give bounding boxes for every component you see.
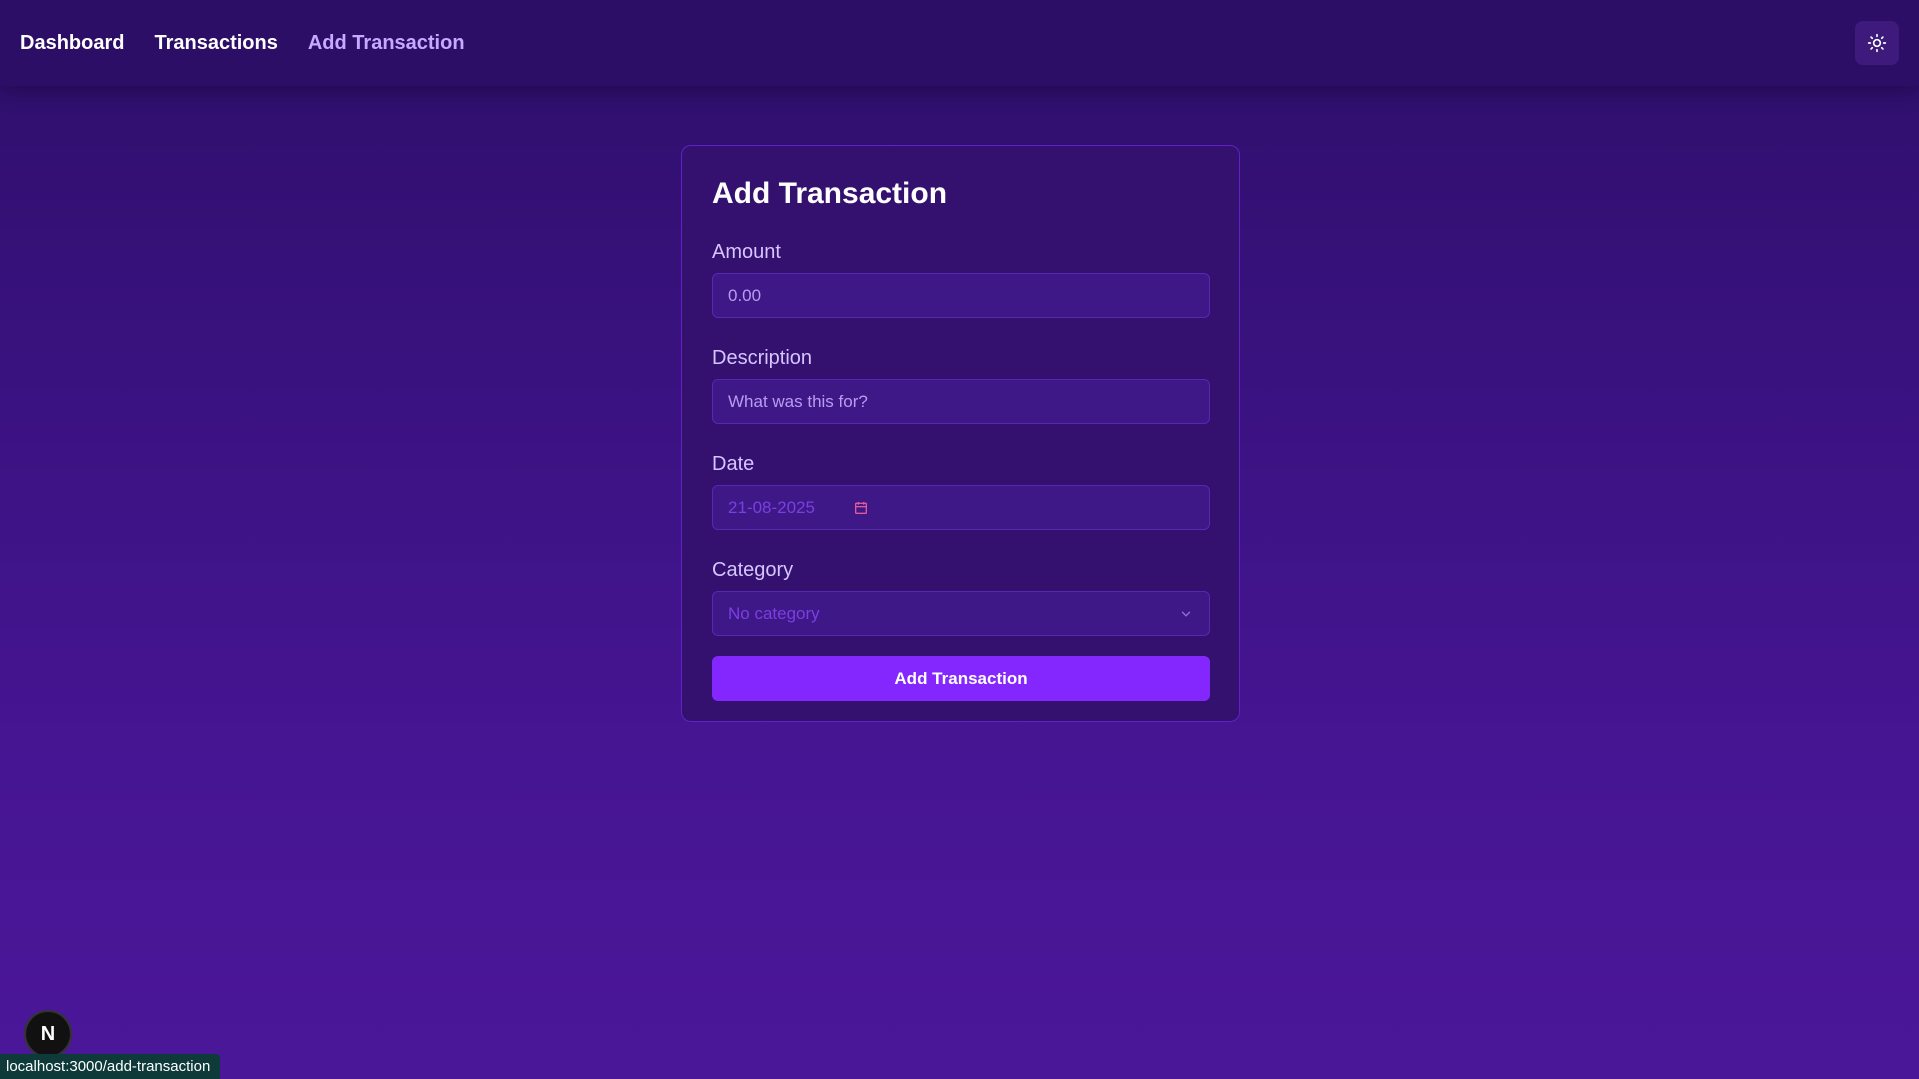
category-label: Category: [712, 559, 794, 581]
category-select[interactable]: No category: [712, 591, 1210, 636]
amount-label: Amount: [712, 241, 781, 263]
form-title: Add Transaction: [712, 177, 948, 210]
chevron-down-icon: [1179, 606, 1193, 626]
status-bar-url: localhost:3000/add-transaction: [0, 1054, 221, 1079]
description-label: Description: [712, 347, 813, 369]
amount-field-wrapper: [712, 273, 1210, 318]
category-selected-value: No category: [728, 603, 820, 623]
description-field-wrapper: [712, 379, 1210, 424]
date-input[interactable]: 21-08-2025: [712, 485, 1210, 530]
date-value: 21-08-2025: [728, 497, 815, 517]
nextjs-dev-badge[interactable]: N: [24, 1010, 72, 1058]
amount-input[interactable]: [728, 285, 1194, 306]
top-navbar: Dashboard Transactions Add Transaction: [0, 0, 1919, 86]
nav-link-dashboard[interactable]: Dashboard: [20, 32, 124, 55]
calendar-icon[interactable]: [853, 500, 869, 516]
nav-link-add-transaction[interactable]: Add Transaction: [308, 32, 465, 55]
date-label: Date: [712, 453, 755, 475]
nav-link-transactions[interactable]: Transactions: [154, 32, 277, 55]
theme-toggle-button[interactable]: [1855, 21, 1899, 65]
add-transaction-button[interactable]: Add Transaction: [712, 656, 1210, 701]
add-transaction-card: Add Transaction Amount Description Date …: [681, 145, 1240, 722]
sun-icon: [1867, 33, 1887, 53]
description-input[interactable]: [728, 391, 1194, 412]
